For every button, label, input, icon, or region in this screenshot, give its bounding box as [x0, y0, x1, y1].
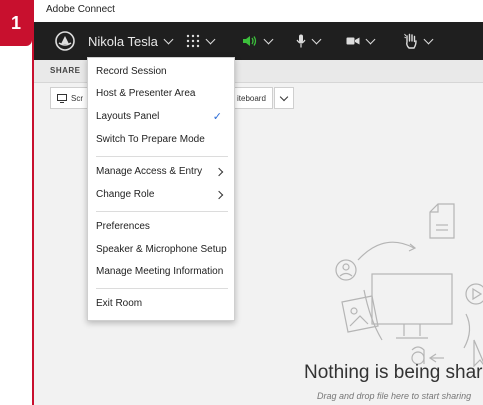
- menu-item-label: Manage Access & Entry: [96, 166, 203, 177]
- camera-icon: [346, 37, 360, 45]
- microphone-button[interactable]: [296, 22, 322, 60]
- chevron-down-icon: [163, 34, 174, 44]
- microphone-icon: [296, 34, 306, 48]
- chevron-down-icon: [205, 34, 216, 44]
- user-menu-button[interactable]: Nikola Tesla: [88, 22, 174, 60]
- chevron-down-icon: [279, 92, 289, 101]
- chevron-down-icon: [365, 34, 376, 44]
- share-whiteboard-button[interactable]: iteboard: [230, 87, 273, 109]
- empty-state-title: Nothing is being shared: [304, 362, 483, 383]
- menu-item-change-role[interactable]: Change Role: [96, 187, 228, 203]
- window-title: Adobe Connect: [46, 4, 115, 15]
- chevron-right-icon: [214, 190, 224, 200]
- monitor-icon: [57, 93, 67, 103]
- share-whiteboard-label: iteboard: [237, 93, 266, 103]
- menu-item-manage-meeting-information[interactable]: Manage Meeting Information: [96, 264, 228, 280]
- user-name: Nikola Tesla: [88, 33, 158, 49]
- chevron-down-icon: [423, 34, 434, 44]
- menu-item-switch-to-prepare-mode[interactable]: Switch To Prepare Mode: [96, 132, 228, 148]
- speaker-icon: [243, 36, 257, 46]
- empty-share-illustration: [335, 203, 483, 368]
- speaker-button[interactable]: [242, 22, 274, 60]
- menu-item-host-presenter-area[interactable]: Host & Presenter Area: [96, 86, 228, 102]
- menu-divider: [96, 211, 228, 212]
- empty-state-subtitle: Drag and drop file here to start sharing: [317, 391, 472, 401]
- raise-hand-icon: [404, 33, 417, 49]
- menu-item-manage-access-entry[interactable]: Manage Access & Entry: [96, 164, 228, 180]
- main-toolbar: Nikola Tesla: [34, 22, 483, 60]
- title-bar: Adobe Connect: [34, 0, 483, 23]
- chevron-down-icon: [263, 34, 274, 44]
- checkmark-icon: ✓: [212, 111, 222, 123]
- apps-menu-button[interactable]: [186, 22, 216, 60]
- share-screen-button[interactable]: Scr: [50, 87, 90, 109]
- menu-item-exit-room[interactable]: Exit Room: [96, 296, 228, 312]
- user-dropdown-menu: Record Session Host & Presenter Area Lay…: [87, 57, 235, 321]
- camera-button[interactable]: [346, 22, 376, 60]
- menu-divider: [96, 288, 228, 289]
- menu-item-speaker-microphone-setup[interactable]: Speaker & Microphone Setup: [96, 242, 228, 258]
- menu-divider: [96, 156, 228, 157]
- menu-item-layouts-panel[interactable]: Layouts Panel ✓: [96, 109, 228, 125]
- menu-item-record-session[interactable]: Record Session: [96, 64, 228, 80]
- menu-item-label: Layouts Panel: [96, 111, 160, 122]
- share-options-dropdown[interactable]: [274, 87, 294, 109]
- raise-hand-button[interactable]: [404, 22, 434, 60]
- menu-item-label: Change Role: [96, 189, 155, 200]
- apps-grid-icon: [186, 34, 200, 48]
- adobe-connect-logo-icon[interactable]: [54, 22, 76, 60]
- step-badge: 1: [0, 0, 32, 46]
- chevron-right-icon: [214, 167, 224, 177]
- chevron-down-icon: [311, 34, 322, 44]
- share-pod-title: SHARE: [50, 66, 81, 75]
- menu-item-preferences[interactable]: Preferences: [96, 219, 228, 235]
